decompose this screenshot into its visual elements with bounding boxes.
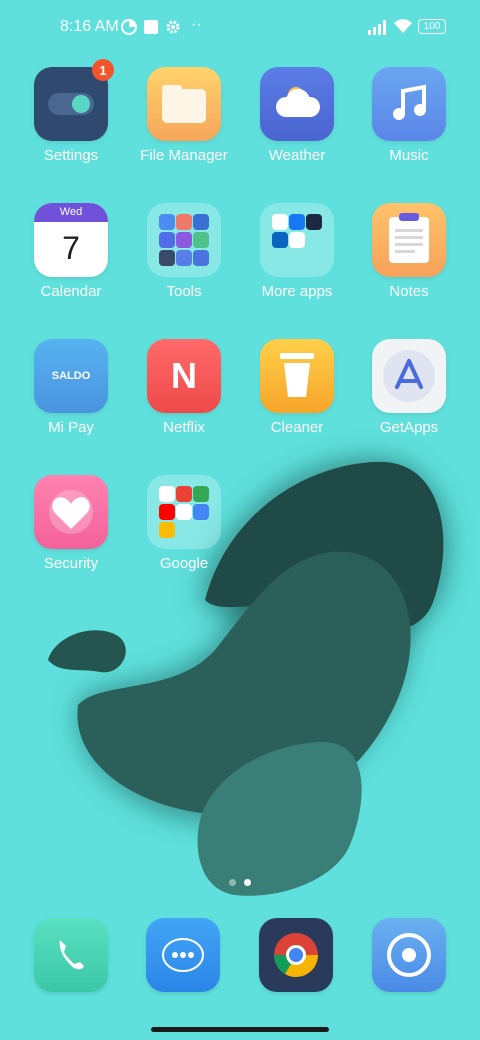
settings-icon: 1 [34, 59, 114, 141]
mi-pay-app[interactable]: SALDO Mi Pay [16, 339, 126, 459]
netflix-icon: N [147, 339, 221, 413]
netflix-app[interactable]: N Netflix [129, 339, 239, 459]
tools-folder-icon [147, 203, 221, 277]
more-apps-folder-icon [260, 203, 334, 277]
more-apps-folder[interactable]: More apps [242, 203, 352, 323]
camera-app[interactable] [372, 918, 446, 992]
phone-icon [59, 940, 84, 970]
page-dot-1[interactable] [229, 879, 236, 886]
calendar-date: 7 [62, 230, 80, 266]
signal-icon [367, 19, 389, 40]
cleaner-app[interactable]: Cleaner [242, 339, 352, 459]
weather-label: Weather [268, 147, 326, 164]
notes-app[interactable]: Notes [354, 203, 464, 323]
file-manager-app[interactable]: File Manager [129, 67, 239, 187]
trash-icon [260, 339, 334, 413]
getapps-icon [372, 339, 446, 413]
security-app[interactable]: Security [16, 475, 126, 595]
notes-label: Notes [389, 283, 429, 300]
page-dot-2[interactable] [244, 879, 251, 886]
mi-pay-icon-text: SALDO [51, 370, 91, 382]
netflix-icon-text: N [171, 355, 197, 396]
settings-app[interactable]: 1 Settings [16, 59, 126, 187]
phone-app[interactable] [34, 918, 108, 992]
wifi-icon [393, 18, 413, 39]
mi-pay-label: Mi Pay [48, 419, 94, 436]
battery-icon: 100 [418, 19, 446, 34]
google-folder-icon [147, 475, 221, 549]
calendar-app[interactable]: Wed 7 Calendar [16, 203, 126, 323]
music-label: Music [389, 147, 429, 164]
more-apps-label: More apps [261, 283, 333, 300]
status-bar: 8:16 AM ·· 100 [0, 0, 480, 56]
tools-label: Tools [166, 283, 202, 300]
google-folder[interactable]: Google [129, 475, 239, 595]
getapps-label: GetApps [379, 419, 439, 436]
calendar-day: Wed [34, 203, 108, 222]
status-time: 8:16 AM [60, 18, 119, 35]
battery-level: 100 [423, 21, 441, 32]
chrome-app[interactable] [259, 918, 333, 992]
data-saver-icon [121, 19, 137, 40]
gear-icon [165, 19, 181, 40]
security-label: Security [43, 555, 99, 572]
home-gesture-bar[interactable] [151, 1027, 329, 1032]
notes-icon [372, 203, 446, 277]
camera-icon [387, 933, 431, 977]
music-app[interactable]: Music [354, 67, 464, 187]
chrome-icon [274, 933, 318, 977]
settings-label: Settings [43, 147, 99, 164]
file-manager-label: File Manager [140, 147, 228, 164]
calendar-label: Calendar [40, 283, 102, 300]
music-note-icon [372, 67, 446, 141]
more-notifications-indicator: ·· [191, 16, 202, 33]
cleaner-label: Cleaner [270, 419, 324, 436]
heart-shield-icon [34, 475, 108, 549]
weather-app[interactable]: Weather [242, 67, 352, 187]
tools-folder[interactable]: Tools [129, 203, 239, 323]
getapps-app[interactable]: GetApps [354, 339, 464, 459]
netflix-label: Netflix [163, 419, 205, 436]
folder-icon [147, 67, 221, 141]
messages-app[interactable] [146, 918, 220, 992]
calendar-icon: Wed 7 [34, 203, 108, 277]
mi-pay-icon: SALDO [34, 339, 108, 413]
settings-badge: 1 [92, 59, 114, 81]
square-notification-icon [143, 19, 159, 40]
google-label: Google [159, 555, 209, 572]
messages-icon [162, 938, 204, 972]
weather-icon [260, 67, 334, 141]
